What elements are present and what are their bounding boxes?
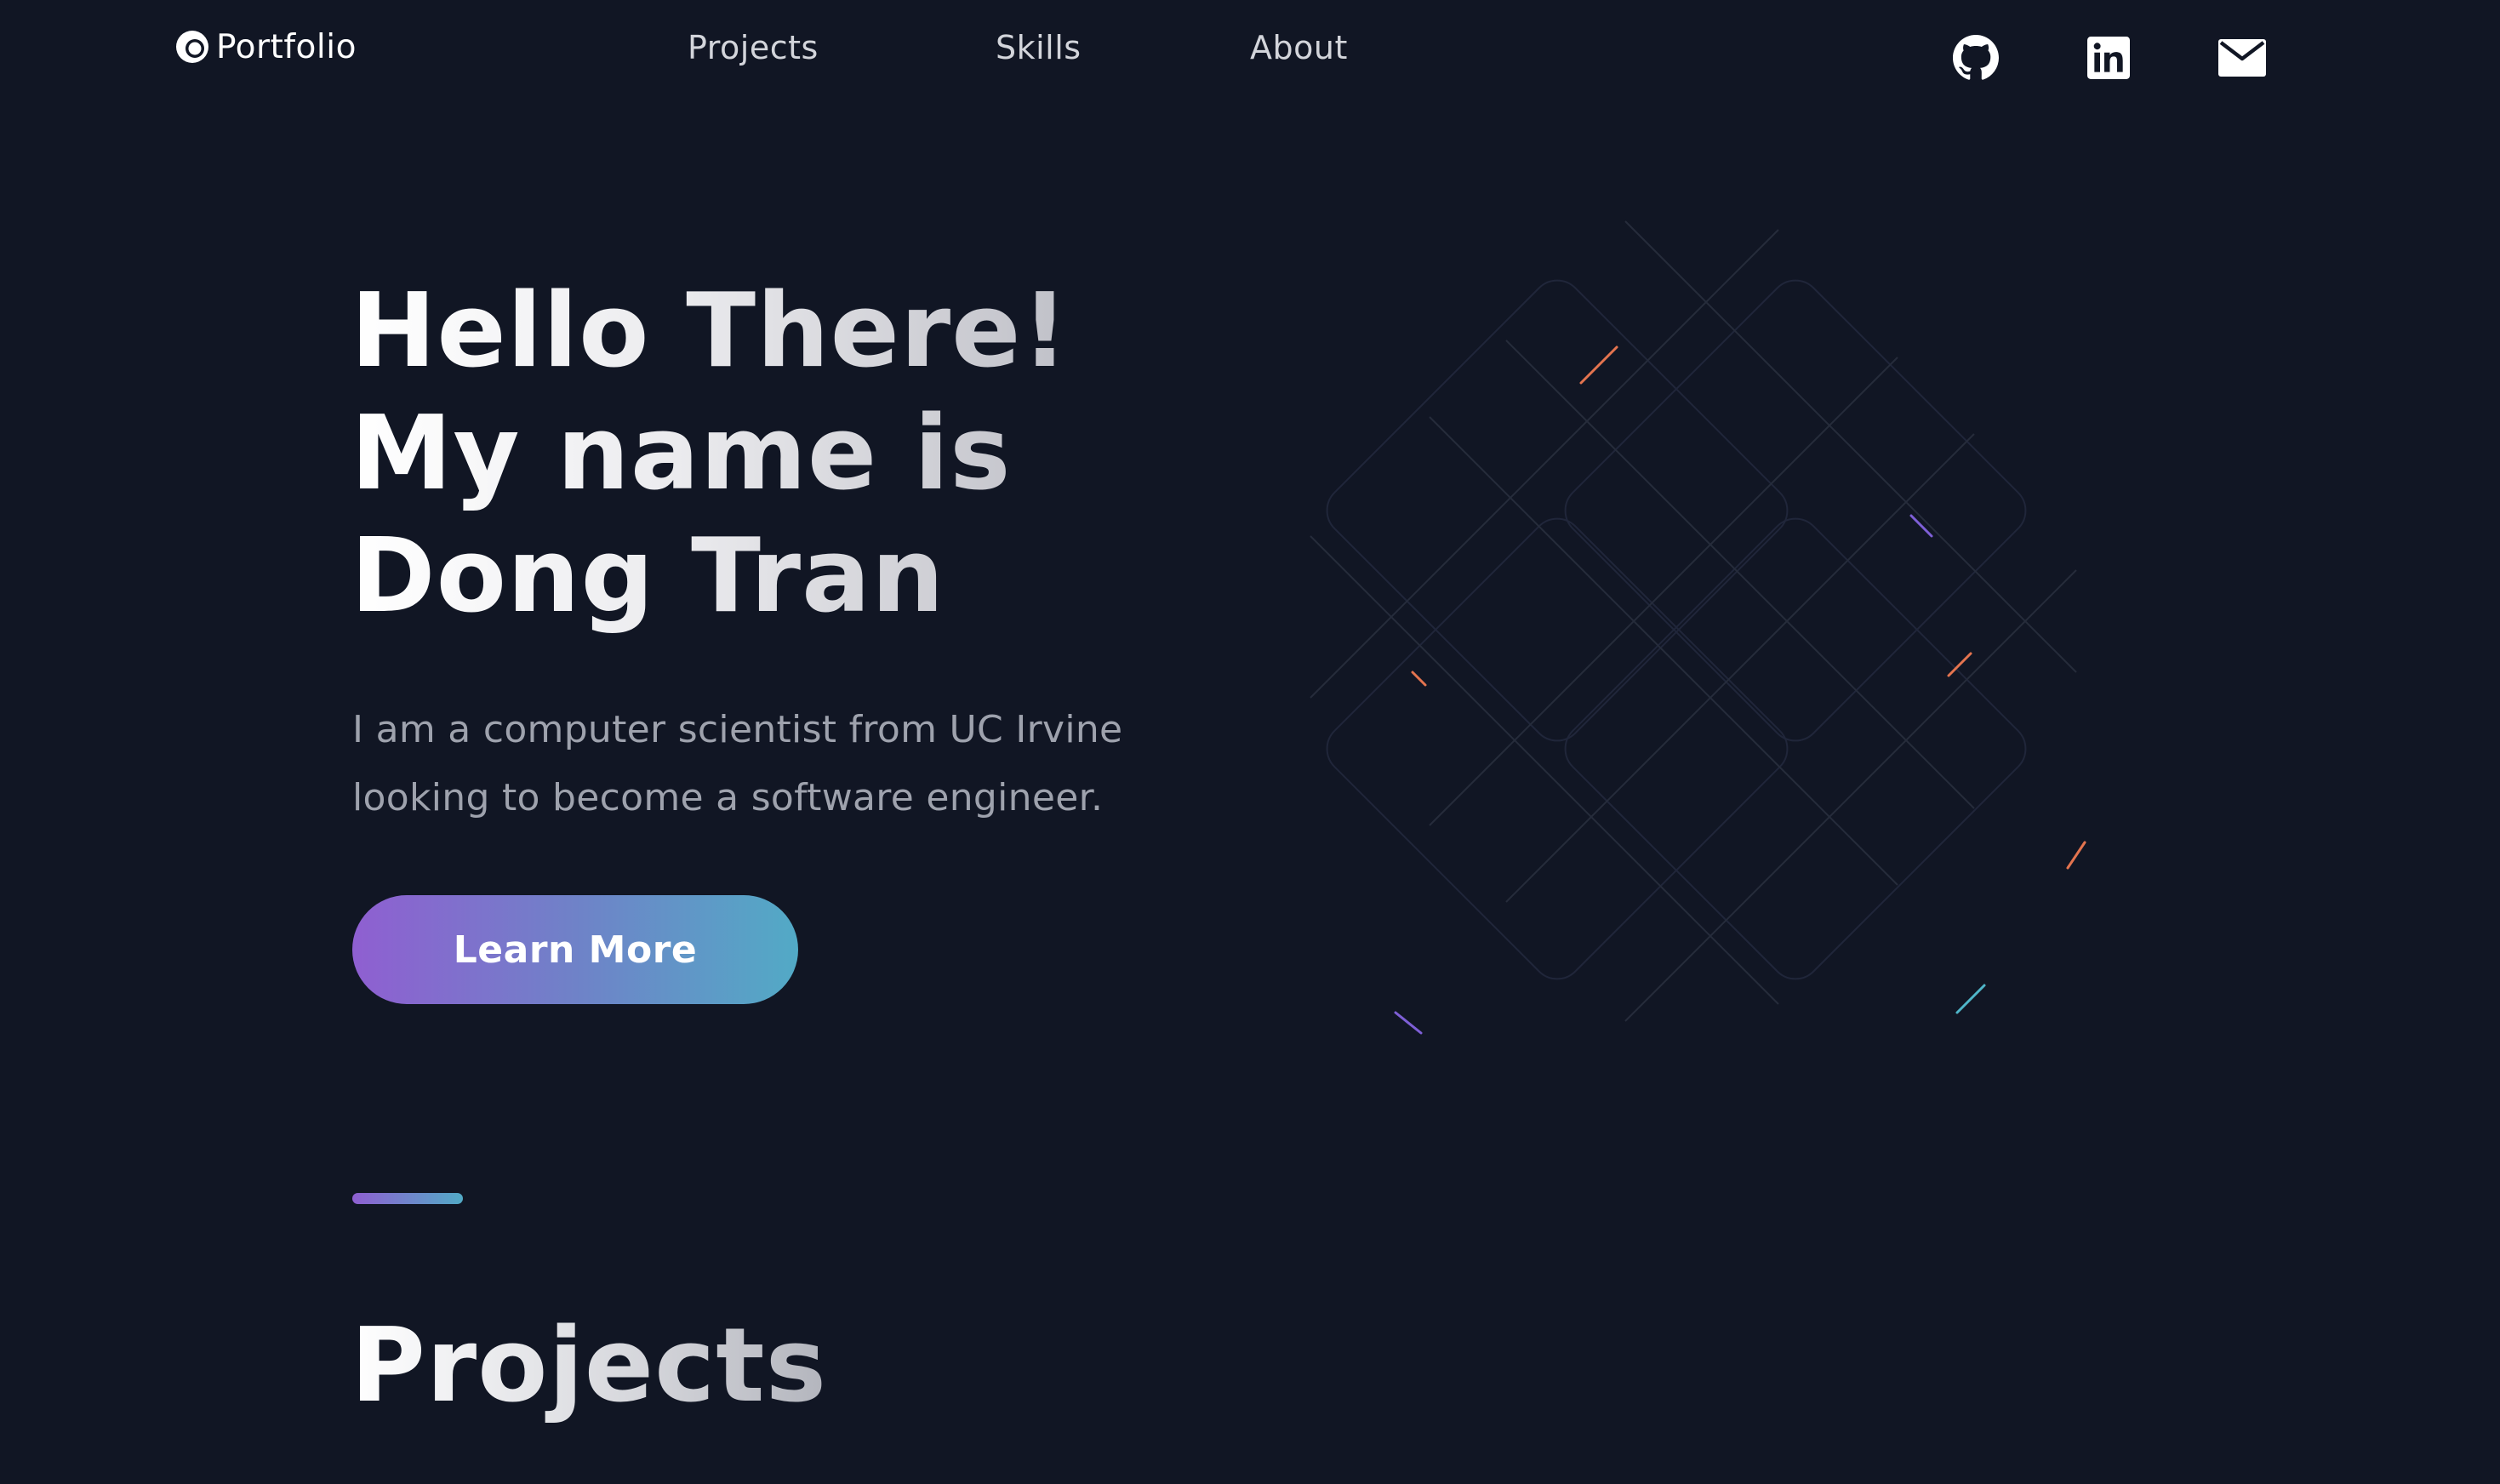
github-link[interactable] <box>1952 34 2000 82</box>
brand-link[interactable]: Portfolio <box>174 26 357 68</box>
hero-subtitle: I am a computer scientist from UC Irvine… <box>352 696 1203 832</box>
hero-subtitle-line: I am a computer scientist from UC Irvine <box>352 708 1123 751</box>
linkedin-icon <box>2087 37 2130 79</box>
nav-link-skills[interactable]: Skills <box>996 26 1082 70</box>
learn-more-button[interactable]: Learn More <box>352 895 798 1004</box>
section-accent-bar <box>352 1193 463 1204</box>
github-icon <box>1953 35 1999 80</box>
hero-title: Hello There! My name is Dong Tran <box>351 271 1287 638</box>
hero-title-line: My name is <box>351 395 1012 513</box>
brand-label: Portfolio <box>216 27 357 66</box>
hero-decorative-graphic <box>1310 220 2086 1035</box>
projects-section-title: Projects <box>351 1297 827 1436</box>
linkedin-link[interactable] <box>2085 34 2132 82</box>
mail-link[interactable] <box>2218 34 2266 82</box>
logo-icon <box>176 31 208 63</box>
hero-title-line: Dong Tran <box>351 517 945 636</box>
nav-link-projects[interactable]: Projects <box>688 26 819 70</box>
top-navigation: Portfolio Projects Skills About <box>0 0 2500 102</box>
hero-title-line: Hello There! <box>351 272 1070 391</box>
mail-icon <box>2218 39 2266 77</box>
nav-link-about[interactable]: About <box>1250 26 1348 70</box>
hero-subtitle-line: looking to become a software engineer. <box>352 776 1104 819</box>
